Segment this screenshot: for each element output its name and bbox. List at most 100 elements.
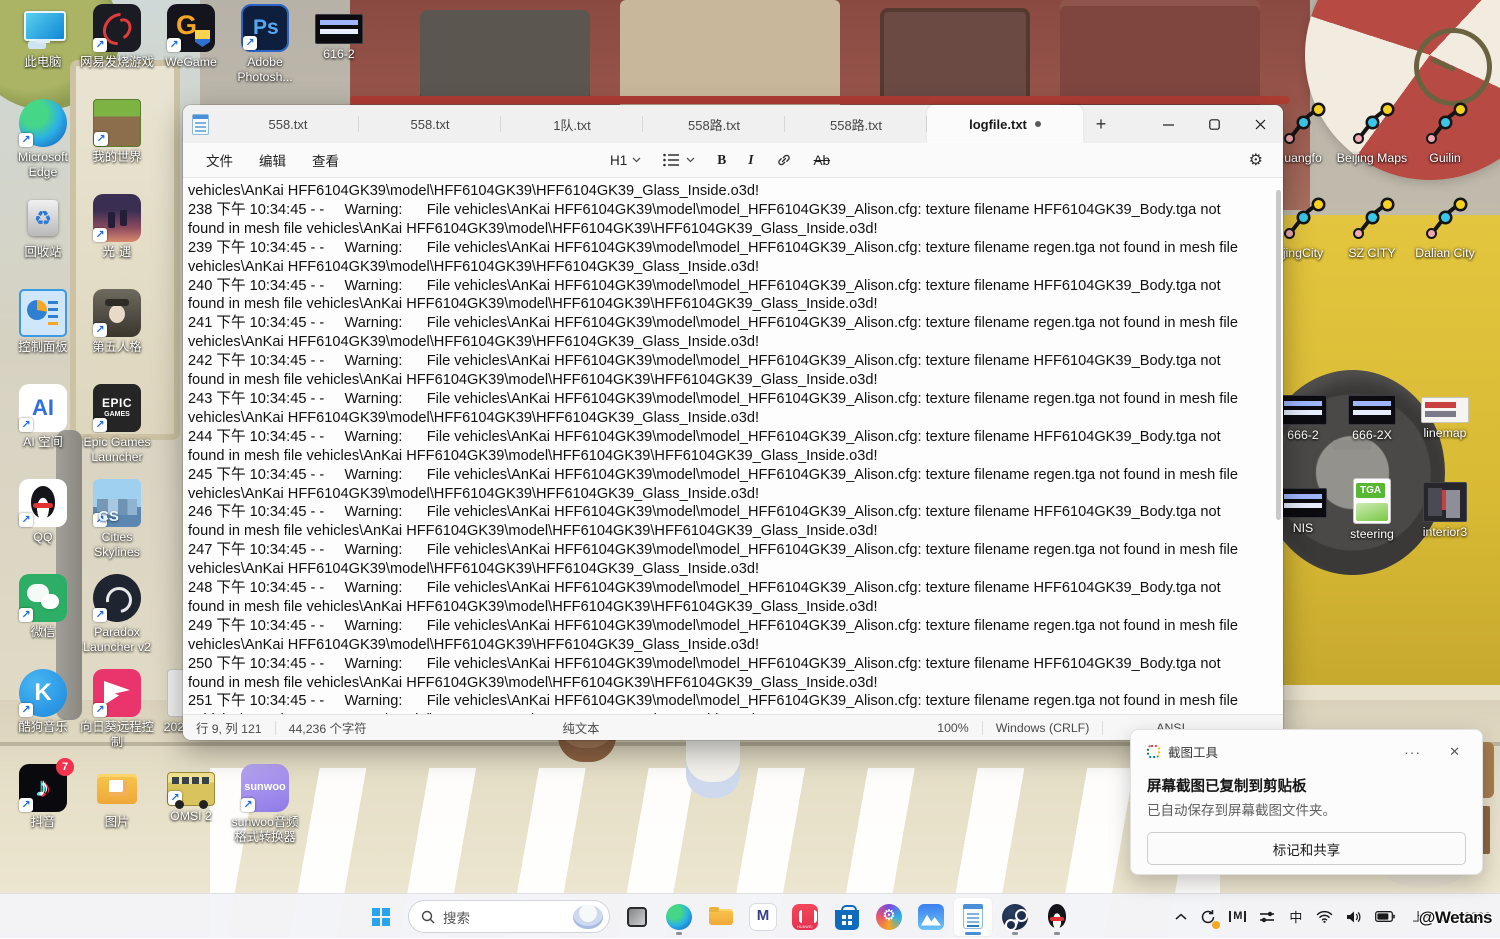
desktop-icon[interactable]: ↗ 我的世界 [80, 99, 154, 165]
desktop-icon-image: ↗ [93, 669, 141, 717]
heading-dropdown[interactable]: H1 [602, 149, 649, 172]
bold-button[interactable]: B [709, 148, 734, 172]
start-button[interactable] [361, 897, 401, 937]
menu-button[interactable]: 文件 [193, 146, 246, 174]
toast-close-icon[interactable]: ✕ [1443, 743, 1466, 761]
zoom-level[interactable]: 100% [924, 721, 981, 735]
log-line: 247 下午 10:34:45 - - Warning: File vehicl… [188, 541, 1283, 560]
volume-icon[interactable] [1343, 907, 1365, 927]
notepad-tab[interactable]: 558.txt [217, 105, 359, 143]
desktop-icon[interactable]: ↗ 控制面板 [6, 289, 80, 355]
shortcut-arrow-icon: ↗ [241, 798, 255, 812]
search-input[interactable]: 搜索 [408, 900, 610, 933]
taskbar-app-button[interactable] [1037, 897, 1077, 937]
desktop-icon[interactable]: ↗ Epic Games Launcher [80, 384, 154, 465]
desktop-icon[interactable]: ↗ 光·遇 [80, 194, 154, 260]
desktop-icon-image: ↗ [93, 99, 141, 147]
notepad-tab[interactable]: 558.txt [359, 105, 501, 143]
settings-gear-icon[interactable]: ⚙ [1239, 146, 1273, 174]
cursor-position: 行 9, 列 121 [183, 719, 275, 737]
desktop-icon[interactable]: ↗ 抖音 [6, 764, 80, 830]
wallpaper-pipe [350, 96, 1290, 104]
desktop-icon[interactable]: ↗ AI 空间 [6, 384, 80, 450]
menu-button[interactable]: 查看 [299, 146, 352, 174]
taskbar-app-button[interactable] [701, 897, 741, 937]
taskbar-center: 搜索 [360, 894, 1078, 939]
desktop-icon-image: ↗ [19, 289, 67, 337]
desktop-icon-image: ↗ [19, 4, 67, 52]
minimize-button[interactable] [1145, 105, 1191, 143]
battery-icon[interactable] [1372, 908, 1398, 925]
desktop-icon[interactable]: ↗ Guilin [1408, 100, 1482, 166]
desktop-icon[interactable]: ↗ 向日葵远程控制 [80, 669, 154, 750]
desktop-icon[interactable]: ↗ 图片 [80, 764, 154, 830]
desktop-icon[interactable]: ↗ OMSI 2 [154, 764, 228, 824]
desktop-icon[interactable]: ↗ Paradox Launcher v2 [80, 574, 154, 655]
notepad-tab[interactable]: 558路.txt [643, 105, 785, 143]
taskbar-app-button[interactable] [617, 897, 657, 937]
taskbar-app-button[interactable] [869, 897, 909, 937]
maximize-button[interactable] [1191, 105, 1237, 143]
desktop-icon[interactable]: ↗ Adobe Photosh... [228, 4, 302, 85]
desktop-icon[interactable]: ↗ 616-2 [302, 4, 376, 62]
desktop-icon[interactable]: ↗ 第五人格 [80, 289, 154, 355]
taskbar-apps [616, 897, 1078, 937]
taskbar-app-button[interactable] [827, 897, 867, 937]
chevron-down-icon [632, 157, 641, 163]
taskbar-app-button[interactable] [659, 897, 699, 937]
desktop-icon-label: steering [1335, 527, 1409, 542]
desktop-icon-label: 网易发烧游戏 [80, 55, 154, 70]
desktop-icon-label: 微信 [6, 625, 80, 640]
list-dropdown[interactable] [655, 149, 703, 171]
mark-share-button[interactable]: 标记和共享 [1147, 832, 1466, 865]
desktop-icon[interactable]: ↗ WeGame [154, 4, 228, 70]
desktop-icon[interactable]: ↗ SZ CITY [1335, 195, 1409, 261]
toast-more-icon[interactable]: ··· [1398, 743, 1427, 761]
new-tab-button[interactable]: + [1083, 109, 1119, 139]
desktop-icon[interactable]: ↗ Cities Skylines [80, 479, 154, 560]
taskbar-app-button[interactable] [785, 897, 825, 937]
line-ending[interactable]: Windows (CRLF) [983, 721, 1103, 735]
desktop-icon[interactable]: ↗ 酷狗音乐 [6, 669, 80, 735]
desktop-icon[interactable]: ↗ Beijing Maps [1335, 100, 1409, 166]
desktop-icon[interactable]: ↗ 网易发烧游戏 [80, 4, 154, 70]
marktext-tray-icon[interactable]: M [1226, 908, 1249, 925]
notepad-tab[interactable]: 1队.txt [501, 105, 643, 143]
text-editor[interactable]: vehicles\AnKai HFF6104GK39\model\HFF6104… [183, 178, 1283, 714]
shortcut-arrow-icon: ↗ [19, 608, 33, 622]
desktop-icon[interactable]: ↗ interior3 [1408, 478, 1482, 540]
wifi-icon[interactable] [1313, 907, 1336, 926]
desktop-icon[interactable]: ↗ 微信 [6, 574, 80, 640]
status-bar: 行 9, 列 121 44,236 个字符 纯文本 100% Windows (… [183, 714, 1283, 740]
notepad-tab[interactable]: logfile.txt [927, 105, 1083, 143]
toggles-tray-icon[interactable] [1256, 907, 1278, 927]
sync-tray-icon[interactable] [1197, 906, 1219, 928]
close-button[interactable] [1237, 105, 1283, 143]
strikethrough-button[interactable]: Ab [806, 149, 839, 172]
taskbar-app-button[interactable] [911, 897, 951, 937]
desktop-icon[interactable]: ↗ 回收站 [6, 194, 80, 260]
desktop-icon[interactable]: ↗ Dalian City [1408, 195, 1482, 261]
taskbar-app-icon [627, 907, 647, 927]
log-line: 239 下午 10:34:45 - - Warning: File vehicl… [188, 239, 1283, 258]
desktop-icon[interactable]: ↗ QQ [6, 479, 80, 545]
desktop-icon[interactable]: ↗ steering [1335, 478, 1409, 542]
hidden-icons-chevron-icon[interactable] [1172, 910, 1190, 924]
notepad-tab[interactable]: 558路.txt [785, 105, 927, 143]
desktop-icon[interactable]: ↗ linemap [1408, 385, 1482, 441]
ime-indicator[interactable]: 中 [1285, 905, 1306, 928]
vertical-scrollbar[interactable] [1276, 190, 1281, 520]
menu-button[interactable]: 编辑 [246, 146, 299, 174]
taskbar-app-button[interactable] [953, 897, 993, 937]
desktop-icon-image: ↗ [93, 194, 141, 242]
desktop-icon[interactable]: ↗ Microsoft Edge [6, 99, 80, 180]
shortcut-arrow-icon: ↗ [93, 418, 107, 432]
desktop-icon[interactable]: ↗ 此电脑 [6, 4, 80, 70]
italic-button[interactable]: I [740, 148, 761, 172]
desktop-icon[interactable]: ↗ sunwoo音频格式转换器 [228, 764, 302, 845]
link-button[interactable] [768, 148, 800, 172]
log-line: vehicles\AnKai HFF6104GK39\model\HFF6104… [188, 258, 1283, 277]
desktop-icon[interactable]: ↗ 666-2X [1335, 385, 1409, 443]
taskbar-app-button[interactable] [743, 897, 783, 937]
taskbar-app-button[interactable] [995, 897, 1035, 937]
